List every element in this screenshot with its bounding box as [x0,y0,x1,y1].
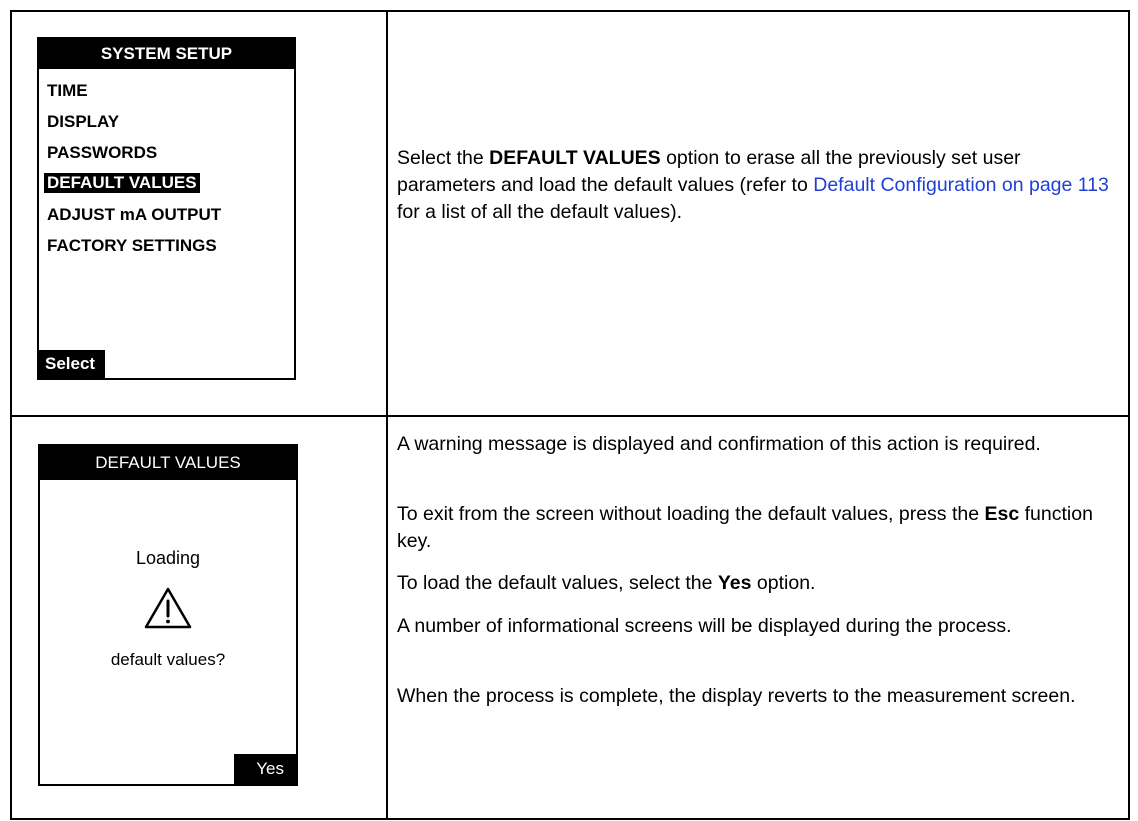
instruction-text: for a list of all the default values). [397,201,683,223]
yes-softkey[interactable]: Yes [234,754,296,784]
instruction-informational: A number of informational screens will b… [397,615,1012,637]
menu-item-passwords[interactable]: PASSWORDS [44,137,224,168]
menu-item-factory-settings[interactable]: FACTORY SETTINGS [44,230,224,261]
default-configuration-link[interactable]: Default Configuration on page 113 [813,174,1109,196]
default-values-screen: DEFAULT VALUES Loading default values? Y… [38,444,298,786]
menu-item-display[interactable]: DISPLAY [44,106,224,137]
confirm-question: default values? [110,650,226,669]
column-divider [386,12,388,818]
instruction-complete: When the process is complete, the displa… [397,685,1076,707]
instruction-text: Select the [397,147,490,169]
instruction-text: option. [751,572,816,594]
instruction-bold: Yes [717,572,752,594]
menu-item-time[interactable]: TIME [44,75,224,106]
instruction-text: To load the default values, select the [397,572,718,594]
instruction-default-values: Select the DEFAULT VALUES option to eras… [397,145,1122,226]
menu-item-adjust-ma-output[interactable]: ADJUST mA OUTPUT [44,199,224,230]
menu-item-default-values[interactable]: DEFAULT VALUES [44,173,200,193]
system-setup-menu: TIME DISPLAY PASSWORDS DEFAULT VALUES AD… [44,75,224,261]
instruction-exit: To exit from the screen without loading … [397,501,1122,555]
system-setup-screen: SYSTEM SETUP TIME DISPLAY PASSWORDS DEFA… [37,37,296,380]
instruction-warning: A warning message is displayed and confi… [397,433,1041,455]
instruction-bold: Esc [984,503,1020,525]
select-softkey[interactable]: Select [39,350,106,378]
warning-icon [144,587,192,629]
instruction-load: To load the default values, select the Y… [397,570,1122,597]
instruction-text: To exit from the screen without loading … [397,503,985,525]
screen-title: DEFAULT VALUES [40,446,296,480]
row-divider [12,415,1128,417]
instruction-bold: DEFAULT VALUES [489,147,661,169]
loading-message: Loading [135,548,201,568]
screen-title: SYSTEM SETUP [39,39,294,69]
